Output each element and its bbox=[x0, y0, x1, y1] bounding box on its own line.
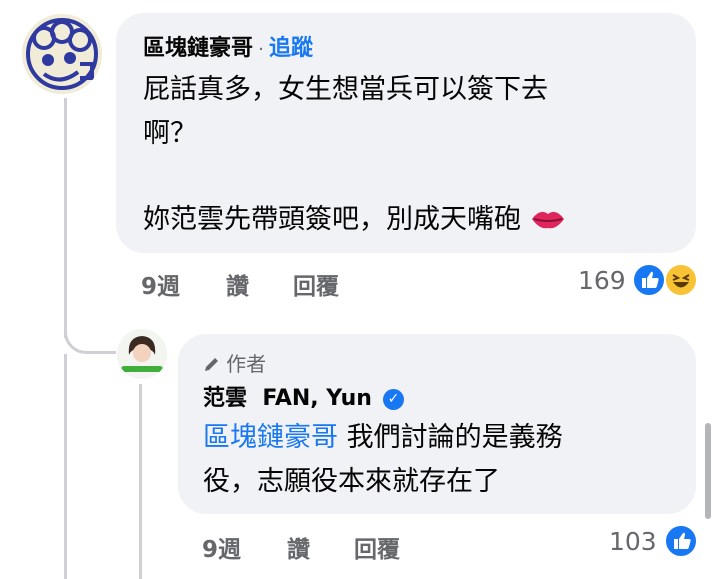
pencil-icon bbox=[205, 358, 218, 371]
reply-button[interactable]: 回覆 bbox=[293, 267, 339, 301]
comment-header: 區塊鏈豪哥 · 追蹤 bbox=[143, 30, 313, 62]
comment-timestamp[interactable]: 9週 bbox=[141, 267, 180, 301]
author-badge-label: 作者 bbox=[226, 352, 267, 376]
scrollbar-thumb[interactable] bbox=[705, 423, 711, 519]
author-photo-avatar-icon bbox=[117, 329, 167, 379]
reply-text-line1-content: 我們討論的是義務 bbox=[338, 422, 563, 453]
avatar-commenter[interactable] bbox=[22, 14, 102, 94]
comment-text-line1: 屁話真多，女生想當兵可以簽下去 bbox=[143, 74, 548, 105]
lips-icon bbox=[531, 211, 564, 229]
haha-icon[interactable] bbox=[664, 263, 698, 297]
comment-text-line3: 妳范雲先帶頭簽吧，別成天嘴砲 bbox=[143, 198, 566, 242]
like-icon[interactable] bbox=[632, 263, 666, 297]
reply-like-button[interactable]: 讚 bbox=[287, 530, 310, 564]
thread-line-main-lower bbox=[64, 354, 67, 579]
like-button[interactable]: 讚 bbox=[226, 267, 249, 301]
reply-text-line1: 區塊鏈豪哥 我們討論的是義務 bbox=[203, 416, 563, 460]
reply-reaction-count[interactable]: 103 bbox=[609, 527, 657, 556]
thread-line-reply bbox=[139, 384, 142, 579]
comment-text-line3-content: 妳范雲先帶頭簽吧，別成天嘴砲 bbox=[143, 204, 521, 235]
comment-text-line2: 啊？ bbox=[143, 118, 197, 149]
comment-author-name[interactable]: 區塊鏈豪哥 bbox=[143, 36, 253, 61]
reply-header: 范雲 FAN, Yun ✓ bbox=[203, 380, 405, 412]
reply-like-icon[interactable] bbox=[664, 524, 698, 558]
verified-badge-icon: ✓ bbox=[383, 389, 405, 410]
thread-branch-curve bbox=[64, 296, 116, 354]
cartoon-face-avatar-icon bbox=[22, 14, 102, 94]
reply-author-name[interactable]: 范雲 FAN, Yun bbox=[203, 386, 372, 411]
avatar-reply-author[interactable] bbox=[117, 329, 167, 379]
reaction-count[interactable]: 169 bbox=[578, 266, 626, 295]
reply-text-line2: 役，志願役本來就存在了 bbox=[203, 466, 500, 497]
reply-timestamp[interactable]: 9週 bbox=[202, 530, 241, 564]
author-badge: 作者 bbox=[203, 348, 266, 377]
reply-reply-button[interactable]: 回覆 bbox=[354, 530, 400, 564]
mention-link[interactable]: 區塊鏈豪哥 bbox=[203, 422, 338, 453]
follow-button[interactable]: 追蹤 bbox=[269, 36, 313, 61]
separator-dot: · bbox=[258, 39, 264, 60]
